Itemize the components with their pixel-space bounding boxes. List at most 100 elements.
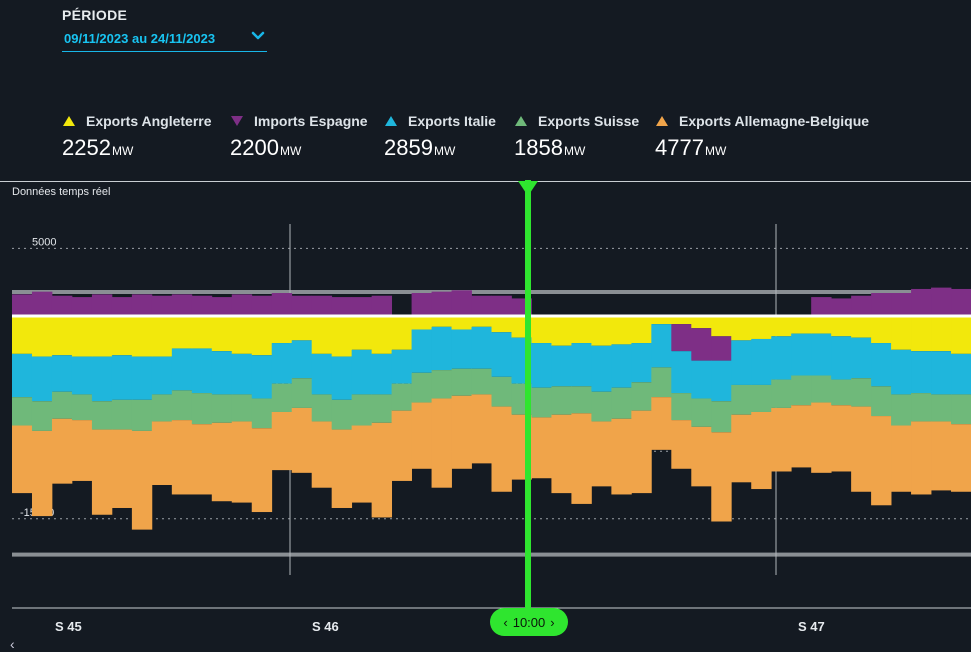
bar-segment xyxy=(31,291,53,316)
bar-segment xyxy=(491,316,512,333)
bar-segment xyxy=(851,337,872,379)
bar-segment xyxy=(891,349,912,395)
bar-segment xyxy=(731,316,752,341)
bar-segment xyxy=(431,316,452,327)
bar-segment xyxy=(71,297,93,316)
bar-segment xyxy=(751,316,772,339)
bar-segment xyxy=(771,336,792,380)
bar-segment xyxy=(431,398,452,488)
bar-segment xyxy=(711,336,732,361)
bar-segment xyxy=(711,401,732,433)
bar-segment xyxy=(471,295,492,316)
bar-segment xyxy=(711,432,732,522)
bar-segment xyxy=(171,390,193,421)
bar-segment xyxy=(611,316,632,345)
time-cursor-handle[interactable]: ‹ 10:00 › xyxy=(490,608,568,636)
legend-item-exports-suisse[interactable]: Exports Suisse 1858MW xyxy=(514,113,639,161)
bar-segment xyxy=(271,316,293,344)
legend-name: Exports Allemagne-Belgique xyxy=(679,113,870,129)
bar-segment xyxy=(111,297,133,316)
y-tick-label: 5000 xyxy=(32,236,56,248)
bar-segment xyxy=(451,290,472,316)
bar-segment xyxy=(771,407,792,472)
period-select[interactable]: 09/11/2023 au 24/11/2023 xyxy=(62,28,267,52)
bar-segment xyxy=(891,394,912,426)
legend: Exports Angleterre 2252MW Imports Espagn… xyxy=(0,113,971,163)
bar-segment xyxy=(371,295,393,316)
bar-segment xyxy=(351,425,373,503)
legend-value: 1858 xyxy=(514,135,563,160)
bar-segment xyxy=(931,316,952,352)
legend-unit: MW xyxy=(433,144,456,158)
bar-segment xyxy=(531,343,552,388)
bar-segment xyxy=(531,387,552,418)
bar-segment xyxy=(571,413,592,504)
bar-segment xyxy=(431,326,452,371)
bar-segment xyxy=(391,316,412,350)
bar-segment xyxy=(531,316,552,344)
bar-segment xyxy=(471,394,492,464)
bar-segment xyxy=(91,316,113,357)
bar-segment xyxy=(591,345,612,392)
bar-segment xyxy=(331,356,353,400)
bar-segment xyxy=(471,326,492,369)
legend-item-imports-espagne[interactable]: Imports Espagne 2200MW xyxy=(230,113,368,161)
bar-segment xyxy=(291,295,313,316)
bar-segment xyxy=(851,406,872,492)
bar-segment xyxy=(411,293,432,316)
bar-segment xyxy=(231,421,253,503)
bar-segment xyxy=(791,405,812,468)
bar-segment xyxy=(491,406,512,492)
bar-segment xyxy=(551,316,572,346)
bar-segment xyxy=(751,384,772,412)
triangle-up-icon xyxy=(63,116,75,126)
bar-segment xyxy=(131,316,153,357)
bar-segment xyxy=(311,353,333,395)
bar-segment xyxy=(751,411,772,490)
bar-segment xyxy=(571,316,592,344)
bar-segment xyxy=(911,288,932,316)
interconnection-chart[interactable]: 50000-5000-10000-15000 xyxy=(0,180,971,610)
bar-segment xyxy=(811,375,832,403)
bar-segment xyxy=(311,394,333,422)
bar-segment xyxy=(231,316,253,354)
bar-segment xyxy=(271,293,293,316)
bar-segment xyxy=(171,348,193,391)
bar-segment xyxy=(71,316,93,357)
bar-segment xyxy=(311,295,333,316)
week-label: S 46 xyxy=(312,619,339,634)
bar-segment xyxy=(351,394,373,426)
bar-segment xyxy=(291,407,313,473)
bar-segment xyxy=(12,294,33,316)
bar-segment xyxy=(891,293,912,316)
bar-segment xyxy=(451,395,472,469)
bar-segment xyxy=(351,316,373,350)
legend-marker xyxy=(656,116,668,126)
bar-segment xyxy=(951,353,971,395)
legend-item-exports-angleterre[interactable]: Exports Angleterre 2252MW xyxy=(62,113,212,161)
bar-segment xyxy=(871,416,892,506)
bar-segment xyxy=(411,329,432,373)
bar-segment xyxy=(271,383,293,412)
bar-segment xyxy=(951,394,971,425)
bar-segment xyxy=(951,288,971,316)
bar-segment xyxy=(791,316,812,334)
legend-item-exports-allemagne-belgique[interactable]: Exports Allemagne-Belgique 4777MW xyxy=(655,113,869,161)
bar-segment xyxy=(151,421,173,485)
legend-item-exports-italie[interactable]: Exports Italie 2859MW xyxy=(384,113,496,161)
bar-segment xyxy=(31,401,53,431)
bar-segment xyxy=(831,316,852,337)
bar-segment xyxy=(171,294,193,316)
bar-segment xyxy=(12,316,33,354)
bar-segment xyxy=(131,294,153,316)
bar-segment xyxy=(951,424,971,492)
bar-segment xyxy=(631,382,652,411)
back-arrow-icon[interactable]: ‹ xyxy=(10,636,15,652)
chevron-down-icon xyxy=(251,31,265,40)
bar-segment xyxy=(131,430,153,530)
legend-marker xyxy=(385,116,397,126)
bar-segment xyxy=(631,343,652,383)
time-cursor-line xyxy=(525,180,531,610)
bar-segment xyxy=(171,420,193,495)
legend-marker xyxy=(63,116,75,126)
